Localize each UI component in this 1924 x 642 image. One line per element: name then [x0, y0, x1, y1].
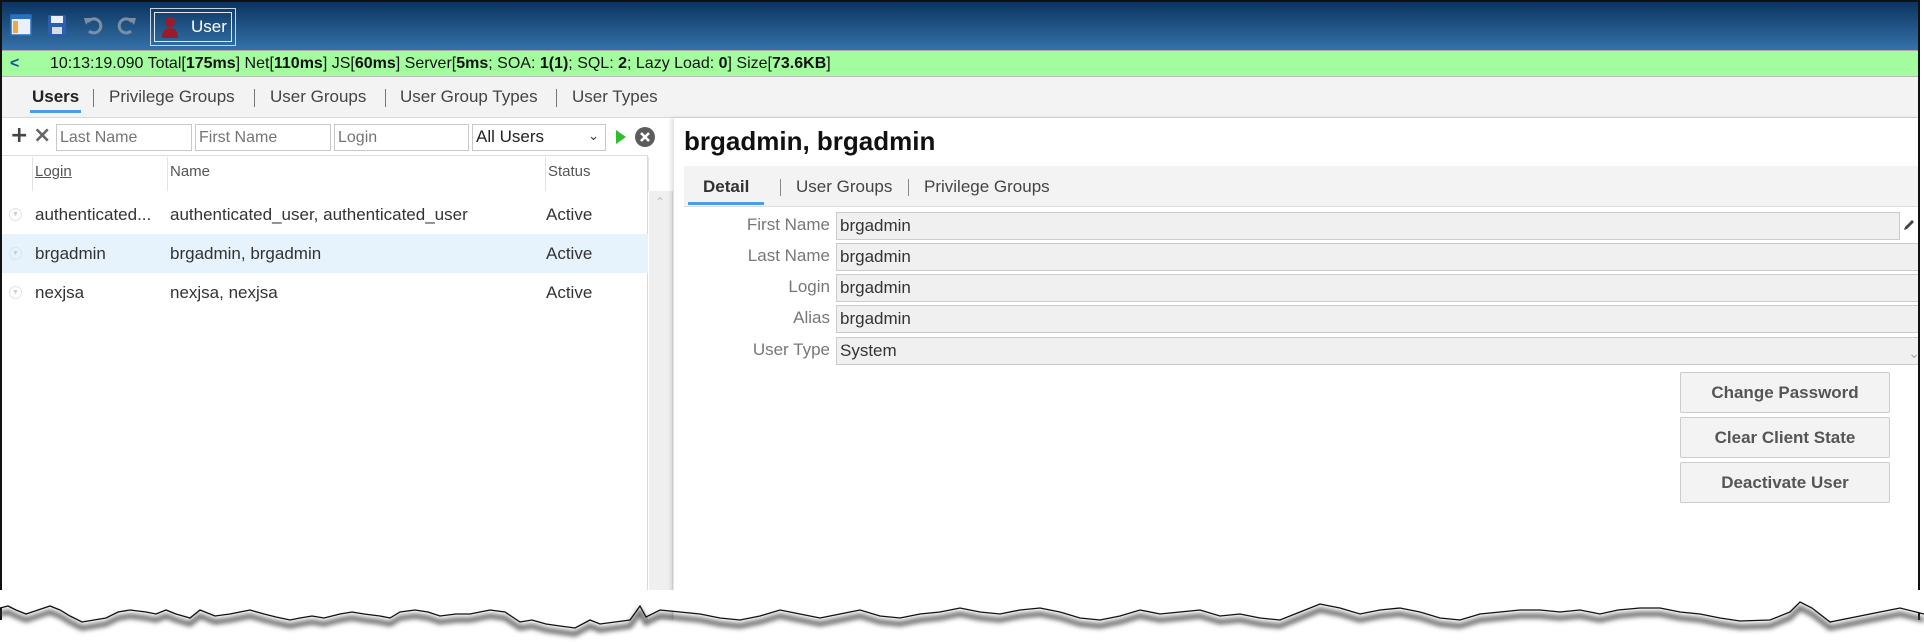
performance-status-bar: < 10:13:19.090 Total[175ms] Net[110ms] J… [2, 50, 1918, 77]
grid-header: Login Name Status [2, 157, 649, 191]
column-header-status[interactable]: Status [545, 157, 649, 191]
column-header-login[interactable]: Login [32, 157, 167, 191]
user-type-row: User Type System ⌄ [684, 337, 1920, 365]
filter-toolbar: + × All Users ⌄ [2, 118, 655, 156]
expand-row-icon[interactable]: ▼ [9, 247, 22, 260]
table-row[interactable]: ▼ authenticated... authenticated_user, a… [2, 195, 648, 234]
tab-separator [254, 89, 255, 107]
last-name-filter-input[interactable] [56, 124, 192, 151]
user-scope-select[interactable]: All Users ⌄ [472, 124, 606, 151]
change-password-button[interactable]: Change Password [1680, 372, 1890, 413]
table-row[interactable]: ▼ brgadmin brgadmin, brgadmin Active [2, 234, 648, 273]
login-label: Login [788, 277, 830, 296]
tab-privilege-groups[interactable]: Privilege Groups [109, 87, 235, 113]
clear-filter-icon[interactable] [634, 126, 656, 148]
tab-detail[interactable]: Detail [688, 177, 765, 205]
tab-separator [908, 179, 909, 196]
chevron-down-icon: ⌄ [1908, 345, 1920, 361]
delete-user-button[interactable]: × [33, 125, 51, 147]
login-field[interactable]: brgadmin [836, 274, 1918, 302]
user-detail-panel: brgadmin, brgadmin Detail User Groups Pr… [674, 118, 1920, 620]
tab-user-types[interactable]: User Types [572, 87, 658, 113]
last-name-field[interactable]: brgadmin [836, 243, 1918, 271]
cell-name: authenticated_user, authenticated_user [170, 205, 468, 224]
save-icon[interactable] [46, 14, 68, 36]
status-lazy-load: 0 [718, 55, 728, 72]
detail-title: brgadmin, brgadmin [684, 126, 936, 156]
status-js: 60ms [354, 55, 396, 72]
status-net: 110ms [273, 55, 323, 72]
login-row: Login brgadmin [684, 274, 1918, 302]
alias-label: Alias [793, 308, 830, 327]
detail-tab-bar: Detail User Groups Privilege Groups [684, 166, 1918, 207]
user-tab-label: User [191, 17, 227, 36]
status-sql: 2 [618, 55, 627, 72]
cell-status: Active [546, 283, 593, 302]
user-tab-button[interactable]: User [150, 8, 236, 46]
cell-login: authenticated... [35, 205, 152, 224]
clear-client-state-button[interactable]: Clear Client State [1680, 417, 1890, 458]
status-total: 175ms [185, 55, 236, 72]
expand-row-icon[interactable]: ▼ [9, 286, 22, 299]
deactivate-user-button[interactable]: Deactivate User [1680, 462, 1890, 503]
redo-icon[interactable] [116, 14, 138, 36]
tab-separator [385, 89, 386, 107]
user-scope-value: All Users [476, 127, 545, 146]
expand-row-icon[interactable]: ▼ [9, 208, 22, 221]
add-user-button[interactable]: + [10, 125, 28, 147]
last-name-label: Last Name [747, 246, 830, 265]
title-bar: User [2, 0, 1918, 50]
tab-separator [556, 89, 557, 107]
application-window: User < 10:13:19.090 Total[175ms] Net[110… [0, 0, 1920, 620]
status-soa: 1(1) [539, 55, 569, 72]
undo-icon[interactable] [82, 14, 104, 36]
table-row[interactable]: ▼ nexjsa nexjsa, nexjsa Active [2, 273, 648, 312]
user-grid: ▼ authenticated... authenticated_user, a… [2, 195, 648, 312]
scroll-up-icon[interactable]: ⌃ [655, 195, 665, 209]
alias-field[interactable]: brgadmin [836, 305, 1918, 333]
cell-name: brgadmin, brgadmin [170, 244, 322, 263]
column-header-name[interactable]: Name [167, 157, 544, 191]
main-tab-bar: Users Privilege Groups User Groups User … [2, 77, 1918, 118]
tab-separator [780, 179, 781, 196]
tab-separator [93, 89, 94, 107]
user-type-select[interactable]: System ⌄ [836, 337, 1920, 365]
status-size: 73.6KB [772, 55, 827, 72]
user-list-panel: + × All Users ⌄ Login Name Status [2, 118, 655, 620]
edit-pencil-icon[interactable] [1902, 218, 1916, 232]
cell-status: Active [546, 244, 593, 263]
grid-scrollbar[interactable]: ⌃ [649, 191, 673, 620]
user-icon [162, 17, 178, 38]
cell-name: nexjsa, nexjsa [170, 283, 278, 302]
chevron-down-icon: ⌄ [588, 128, 599, 143]
first-name-filter-input[interactable] [195, 124, 331, 151]
status-server: 5ms [456, 55, 489, 72]
tab-user-groups-detail[interactable]: User Groups [796, 177, 892, 205]
first-name-row: First Name brgadmin [684, 212, 1918, 240]
tab-user-group-types[interactable]: User Group Types [400, 87, 538, 113]
user-type-value: System [840, 341, 897, 360]
cell-login: nexjsa [35, 283, 85, 302]
run-search-icon[interactable] [615, 129, 627, 145]
tab-privilege-groups-detail[interactable]: Privilege Groups [924, 177, 1050, 205]
last-name-row: Last Name brgadmin [684, 243, 1918, 271]
collapse-status-button[interactable]: < [10, 51, 19, 76]
status-text: 10:13:19.090 Total[175ms] Net[110ms] JS[… [50, 55, 831, 72]
tab-users[interactable]: Users [30, 87, 82, 113]
cell-status: Active [546, 205, 593, 224]
torn-edge-decoration [0, 590, 1924, 637]
alias-row: Alias brgadmin [684, 305, 1918, 333]
cell-login: brgadmin [35, 244, 106, 263]
first-name-field[interactable]: brgadmin [836, 212, 1900, 240]
status-time: 10:13:19.090 [50, 55, 144, 72]
user-type-label: User Type [752, 340, 830, 359]
app-menu-icon[interactable] [10, 14, 32, 36]
tab-user-groups[interactable]: User Groups [270, 87, 366, 113]
first-name-label: First Name [746, 215, 830, 234]
login-filter-input[interactable] [334, 124, 469, 151]
